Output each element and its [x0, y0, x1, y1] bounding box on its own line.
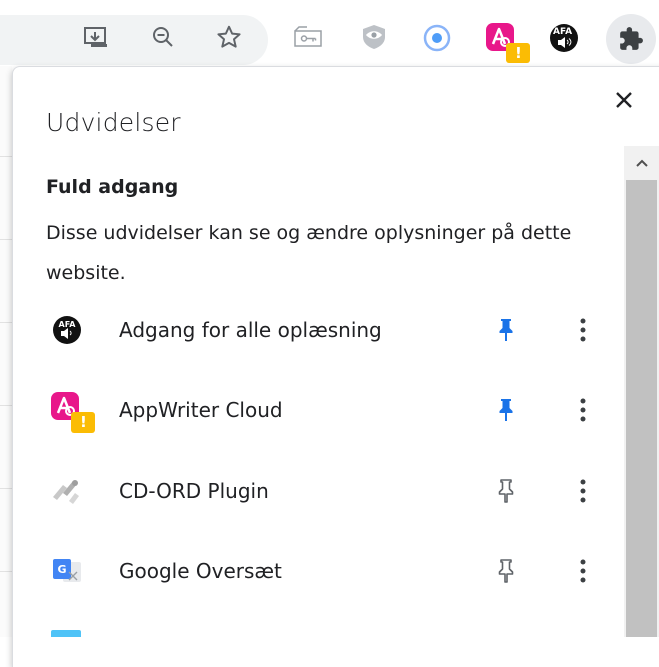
page-line: [0, 322, 12, 323]
extensions-button[interactable]: [606, 14, 656, 64]
section-heading: Fuld adgang: [46, 176, 179, 198]
password-key-icon[interactable]: [292, 23, 324, 51]
cd-ord-icon: [49, 473, 85, 509]
pin-button[interactable]: [493, 478, 519, 504]
svg-text:G: G: [57, 563, 66, 576]
afa-reader-icon[interactable]: AFA: [548, 22, 580, 54]
scroll-up-button[interactable]: [624, 146, 659, 180]
more-options-button[interactable]: [573, 556, 593, 586]
bookmark-star-icon[interactable]: [214, 22, 244, 52]
page-line: [0, 488, 12, 489]
install-app-icon[interactable]: [80, 22, 110, 52]
appwriter-icon: !: [49, 390, 99, 436]
page-line: [0, 571, 12, 572]
popup-title: Udvidelser: [46, 108, 181, 137]
zoom-out-icon[interactable]: [148, 22, 178, 52]
pin-button[interactable]: [493, 317, 519, 343]
more-vert-icon: [580, 559, 586, 583]
extension-name: CD-ORD Plugin: [119, 479, 269, 503]
extension-row[interactable]: ! AppWriter Cloud: [13, 370, 624, 450]
close-button[interactable]: [611, 87, 637, 113]
afa-icon: AFA: [49, 312, 85, 348]
next-extension-icon: [51, 630, 81, 637]
afa-label: AFA: [553, 27, 573, 37]
extension-name: Google Oversæt: [119, 559, 282, 583]
extension-row[interactable]: AFA Adgang for alle oplæsning: [13, 290, 624, 370]
section-description: Disse udvidelser kan se og ændre oplysni…: [46, 222, 572, 284]
privacy-eye-icon[interactable]: [358, 22, 390, 52]
browser-toolbar: ! AFA: [0, 0, 659, 66]
warning-badge-text: !: [515, 44, 522, 62]
pin-outline-icon: [498, 479, 514, 503]
more-options-button[interactable]: [573, 476, 593, 506]
appwriter-icon[interactable]: !: [482, 20, 534, 66]
pin-filled-icon: [499, 319, 513, 341]
more-vert-icon: [580, 398, 586, 422]
page-background: [0, 66, 12, 637]
more-vert-icon: [580, 479, 586, 503]
extension-name: AppWriter Cloud: [119, 398, 283, 422]
extension-row[interactable]: CD-ORD Plugin: [13, 451, 624, 531]
more-vert-icon: [580, 318, 586, 342]
pin-button[interactable]: [493, 558, 519, 584]
page-line: [0, 405, 12, 406]
pin-filled-icon: [499, 399, 513, 421]
page-line: [0, 156, 12, 157]
svg-text:AFA: AFA: [59, 320, 77, 329]
scroll-up-arrow-icon: [635, 159, 648, 167]
pin-button[interactable]: [493, 397, 519, 423]
more-options-button[interactable]: [573, 395, 593, 425]
google-translate-icon: G: [49, 553, 85, 589]
close-icon: [616, 92, 632, 108]
more-options-button[interactable]: [573, 315, 593, 345]
scroll-thumb[interactable]: [626, 180, 657, 637]
record-icon[interactable]: [421, 22, 453, 54]
scrollbar[interactable]: [624, 146, 659, 637]
warning-badge-text: !: [80, 413, 87, 431]
extension-row[interactable]: G Google Oversæt: [13, 531, 624, 611]
pin-outline-icon: [498, 559, 514, 583]
extension-name: Adgang for alle oplæsning: [119, 318, 382, 342]
page-line: [0, 239, 12, 240]
